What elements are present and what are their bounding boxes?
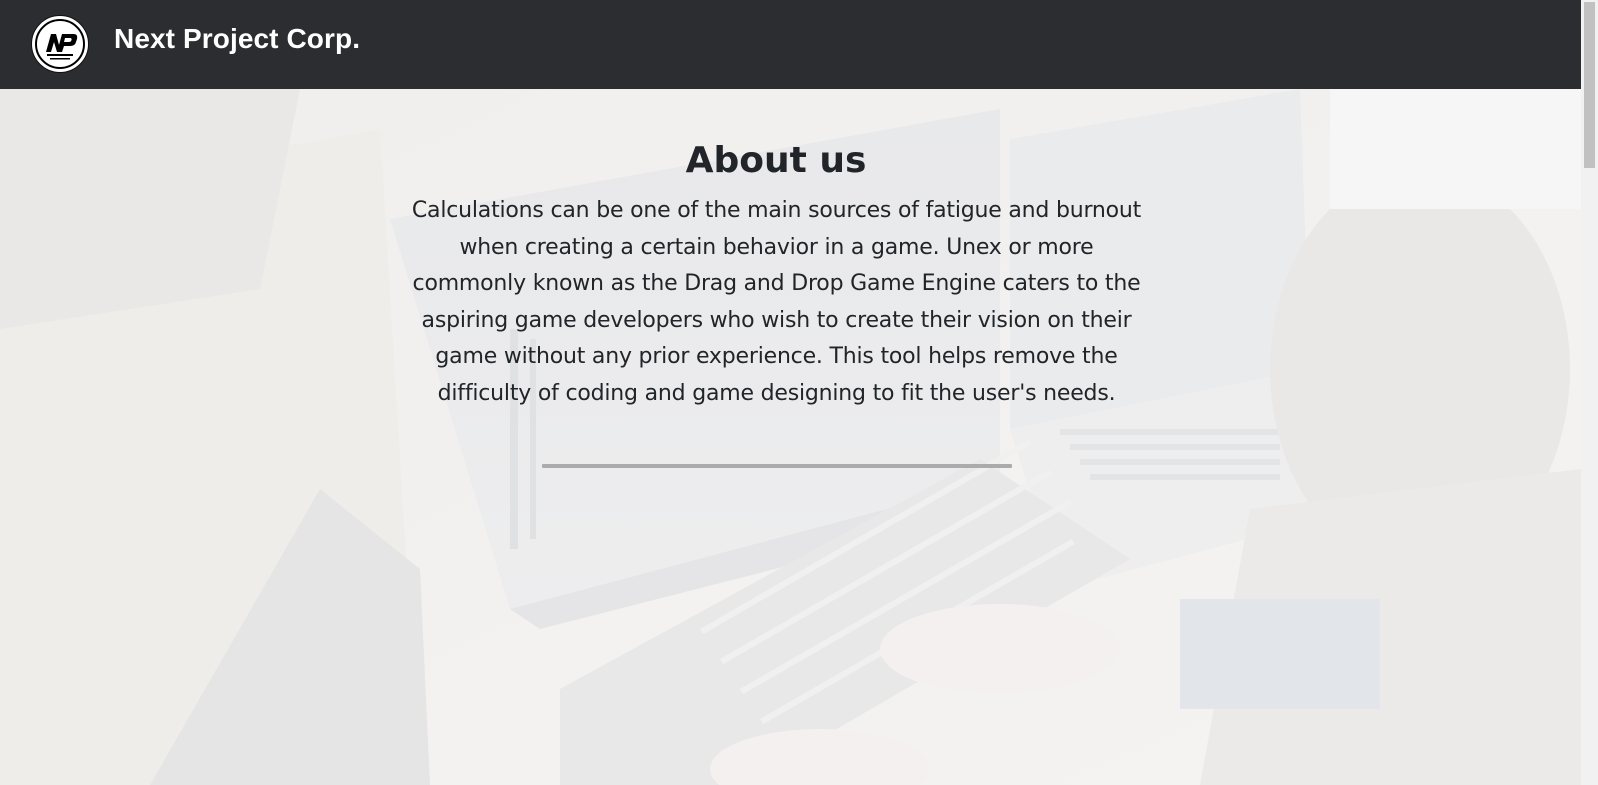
navbar: Next Project Corp. bbox=[0, 0, 1581, 89]
section-divider bbox=[542, 464, 1012, 468]
page-scrollbar[interactable] bbox=[1581, 0, 1598, 785]
company-logo-icon[interactable] bbox=[31, 15, 89, 73]
logo-emblem-icon bbox=[35, 19, 85, 69]
about-title: About us bbox=[685, 140, 867, 181]
about-section: About us Calculations can be one of the … bbox=[0, 89, 1581, 785]
brand-name[interactable]: Next Project Corp. bbox=[114, 21, 360, 57]
scrollbar-thumb[interactable] bbox=[1584, 2, 1595, 168]
about-description: Calculations can be one of the main sour… bbox=[411, 198, 1142, 406]
